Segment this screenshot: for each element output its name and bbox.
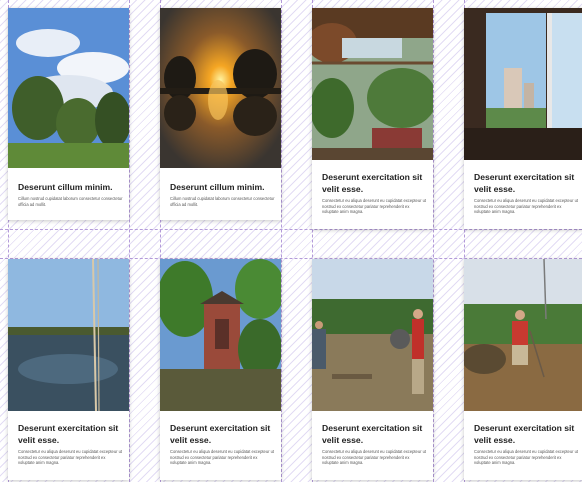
card-title: Deserunt exercitation sit velit esse. [322, 172, 423, 194]
card-body: Consectetur eu aliqua deserunt eu cupida… [170, 449, 275, 466]
card-title: Deserunt exercitation sit velit esse. [322, 423, 423, 445]
card[interactable]: Deserunt exercitation sit velit esse. Co… [312, 8, 433, 229]
card-body: Consectetur eu aliqua deserunt eu cupida… [322, 198, 427, 215]
card-body: Cillum nostrud cupidatat laborum consect… [170, 196, 275, 207]
card[interactable]: Deserunt exercitation sit velit esse. Co… [160, 259, 281, 480]
man-working-field-photo [464, 259, 582, 411]
window-city-view-photo [464, 8, 582, 160]
card-title: Deserunt exercitation sit velit esse. [474, 423, 575, 445]
card-title: Deserunt cillum minim. [18, 182, 113, 192]
card-title: Deserunt exercitation sit velit esse. [170, 423, 271, 445]
card[interactable]: Deserunt cillum minim. Cillum nostrud cu… [160, 8, 281, 220]
grid-guide-vertical [281, 0, 282, 482]
card[interactable]: Deserunt exercitation sit velit esse. Co… [312, 259, 433, 480]
sunset-over-lake-photo [160, 8, 281, 168]
card-body: Consectetur eu aliqua deserunt eu cupida… [18, 449, 123, 466]
card-body: Consectetur eu aliqua deserunt eu cupida… [322, 449, 427, 466]
card[interactable]: Deserunt exercitation sit velit esse. Co… [464, 259, 582, 480]
card[interactable]: Deserunt exercitation sit velit esse. Co… [464, 8, 582, 229]
barbecue-field-photo [312, 259, 433, 411]
card-body: Consectetur eu aliqua deserunt eu cupida… [474, 449, 579, 466]
grid-guide-vertical [129, 0, 130, 482]
grid-guide-vertical [433, 0, 434, 482]
card-title: Deserunt cillum minim. [170, 182, 265, 192]
card-title: Deserunt exercitation sit velit esse. [18, 423, 119, 445]
card[interactable]: Deserunt cillum minim. Cillum nostrud cu… [8, 8, 129, 220]
card-title: Deserunt exercitation sit velit esse. [474, 172, 575, 194]
brick-well-garden-photo [160, 259, 281, 411]
grid-guide-horizontal [0, 229, 582, 230]
card-body: Cillum nostrud cupidatat laborum consect… [18, 196, 123, 207]
card-body: Consectetur eu aliqua deserunt eu cupida… [474, 198, 579, 215]
calm-lake-photo [8, 259, 129, 411]
trees-under-blue-sky-photo [8, 8, 129, 168]
card[interactable]: Deserunt exercitation sit velit esse. Co… [8, 259, 129, 480]
garden-pergola-photo [312, 8, 433, 160]
